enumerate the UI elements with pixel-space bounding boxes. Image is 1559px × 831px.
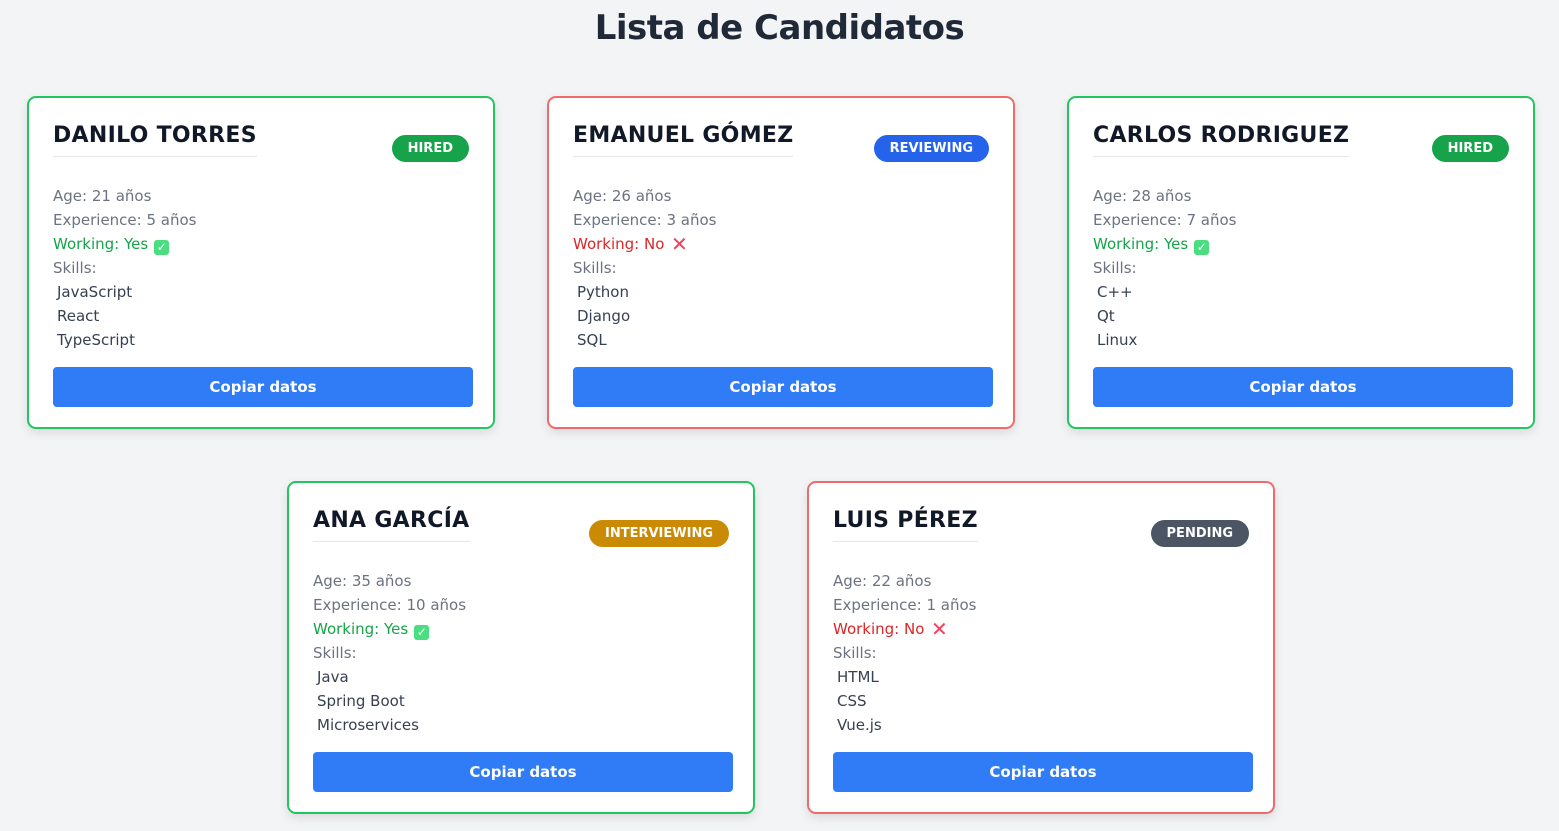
copy-data-button[interactable]: Copiar datos bbox=[573, 367, 993, 407]
candidate-working-status: Working: No ✕ bbox=[833, 617, 976, 641]
candidate-name: ANA GARCÍA bbox=[313, 508, 470, 542]
skill-item: HTML bbox=[837, 668, 879, 686]
candidate-working-status: Working: Yes ✓ bbox=[313, 617, 466, 641]
candidate-card: DANILO TORRES HIRED Age: 21 años Experie… bbox=[27, 96, 495, 429]
skills-list: Python Django SQL bbox=[573, 280, 716, 352]
candidate-age: Age: 26 años bbox=[573, 187, 672, 205]
skills-label: Skills: bbox=[833, 644, 877, 662]
candidate-card: LUIS PÉREZ PENDING Age: 22 años Experien… bbox=[807, 481, 1275, 814]
skills-list: JavaScript React TypeScript bbox=[53, 280, 196, 352]
candidate-age: Age: 28 años bbox=[1093, 187, 1192, 205]
candidate-name: EMANUEL GÓMEZ bbox=[573, 123, 794, 157]
skill-item: JavaScript bbox=[57, 283, 133, 301]
cross-icon: ✕ bbox=[931, 617, 948, 641]
check-icon: ✓ bbox=[154, 240, 170, 255]
skills-label: Skills: bbox=[1093, 259, 1137, 277]
candidate-experience: Experience: 10 años bbox=[313, 596, 467, 614]
skill-item: Qt bbox=[1097, 307, 1115, 325]
copy-data-button[interactable]: Copiar datos bbox=[833, 752, 1253, 792]
status-badge: REVIEWING bbox=[873, 135, 989, 162]
working-status-text: Working: Yes bbox=[1093, 235, 1189, 253]
candidate-experience: Experience: 1 años bbox=[833, 596, 977, 614]
skill-item: Django bbox=[577, 307, 631, 325]
working-status-text: Working: Yes bbox=[53, 235, 149, 253]
candidate-experience: Experience: 3 años bbox=[573, 211, 717, 229]
working-status-text: Working: No bbox=[573, 235, 665, 253]
status-badge: HIRED bbox=[1431, 135, 1509, 162]
page-title: Lista de Candidatos bbox=[594, 8, 965, 48]
check-icon: ✓ bbox=[1194, 240, 1210, 255]
check-icon: ✓ bbox=[414, 625, 430, 640]
skills-list: C++ Qt Linux bbox=[1093, 280, 1236, 352]
skills-list: HTML CSS Vue.js bbox=[833, 665, 976, 737]
candidate-age: Age: 21 años bbox=[53, 187, 152, 205]
candidate-age: Age: 22 años bbox=[833, 572, 932, 590]
candidate-name: DANILO TORRES bbox=[53, 123, 257, 157]
copy-data-button[interactable]: Copiar datos bbox=[53, 367, 473, 407]
candidate-card: ANA GARCÍA INTERVIEWING Age: 35 años Exp… bbox=[287, 481, 755, 814]
skill-item: Java bbox=[317, 668, 349, 686]
candidate-card: CARLOS RODRIGUEZ HIRED Age: 28 años Expe… bbox=[1067, 96, 1535, 429]
skill-item: Vue.js bbox=[837, 716, 882, 734]
working-status-text: Working: No bbox=[833, 620, 925, 638]
cross-icon: ✕ bbox=[671, 232, 688, 256]
candidate-experience: Experience: 5 años bbox=[53, 211, 197, 229]
status-badge: PENDING bbox=[1150, 520, 1249, 547]
copy-data-button[interactable]: Copiar datos bbox=[313, 752, 733, 792]
status-badge: INTERVIEWING bbox=[589, 520, 729, 547]
skills-label: Skills: bbox=[313, 644, 357, 662]
candidate-name: CARLOS RODRIGUEZ bbox=[1093, 123, 1350, 157]
working-status-text: Working: Yes bbox=[313, 620, 409, 638]
skill-item: CSS bbox=[837, 692, 867, 710]
status-badge: HIRED bbox=[391, 135, 469, 162]
skill-item: Linux bbox=[1097, 331, 1138, 349]
skill-item: TypeScript bbox=[57, 331, 135, 349]
candidate-age: Age: 35 años bbox=[313, 572, 412, 590]
skill-item: Python bbox=[577, 283, 629, 301]
candidate-working-status: Working: No ✕ bbox=[573, 232, 716, 256]
skill-item: SQL bbox=[577, 331, 607, 349]
skills-label: Skills: bbox=[573, 259, 617, 277]
skills-label: Skills: bbox=[53, 259, 97, 277]
candidate-card: EMANUEL GÓMEZ REVIEWING Age: 26 años Exp… bbox=[547, 96, 1015, 429]
candidate-experience: Experience: 7 años bbox=[1093, 211, 1237, 229]
copy-data-button[interactable]: Copiar datos bbox=[1093, 367, 1513, 407]
skill-item: React bbox=[57, 307, 100, 325]
skill-item: Spring Boot bbox=[317, 692, 405, 710]
skill-item: Microservices bbox=[317, 716, 419, 734]
skill-item: C++ bbox=[1097, 283, 1133, 301]
candidate-name: LUIS PÉREZ bbox=[833, 508, 978, 542]
skills-list: Java Spring Boot Microservices bbox=[313, 665, 466, 737]
candidate-working-status: Working: Yes ✓ bbox=[53, 232, 196, 256]
candidate-working-status: Working: Yes ✓ bbox=[1093, 232, 1236, 256]
